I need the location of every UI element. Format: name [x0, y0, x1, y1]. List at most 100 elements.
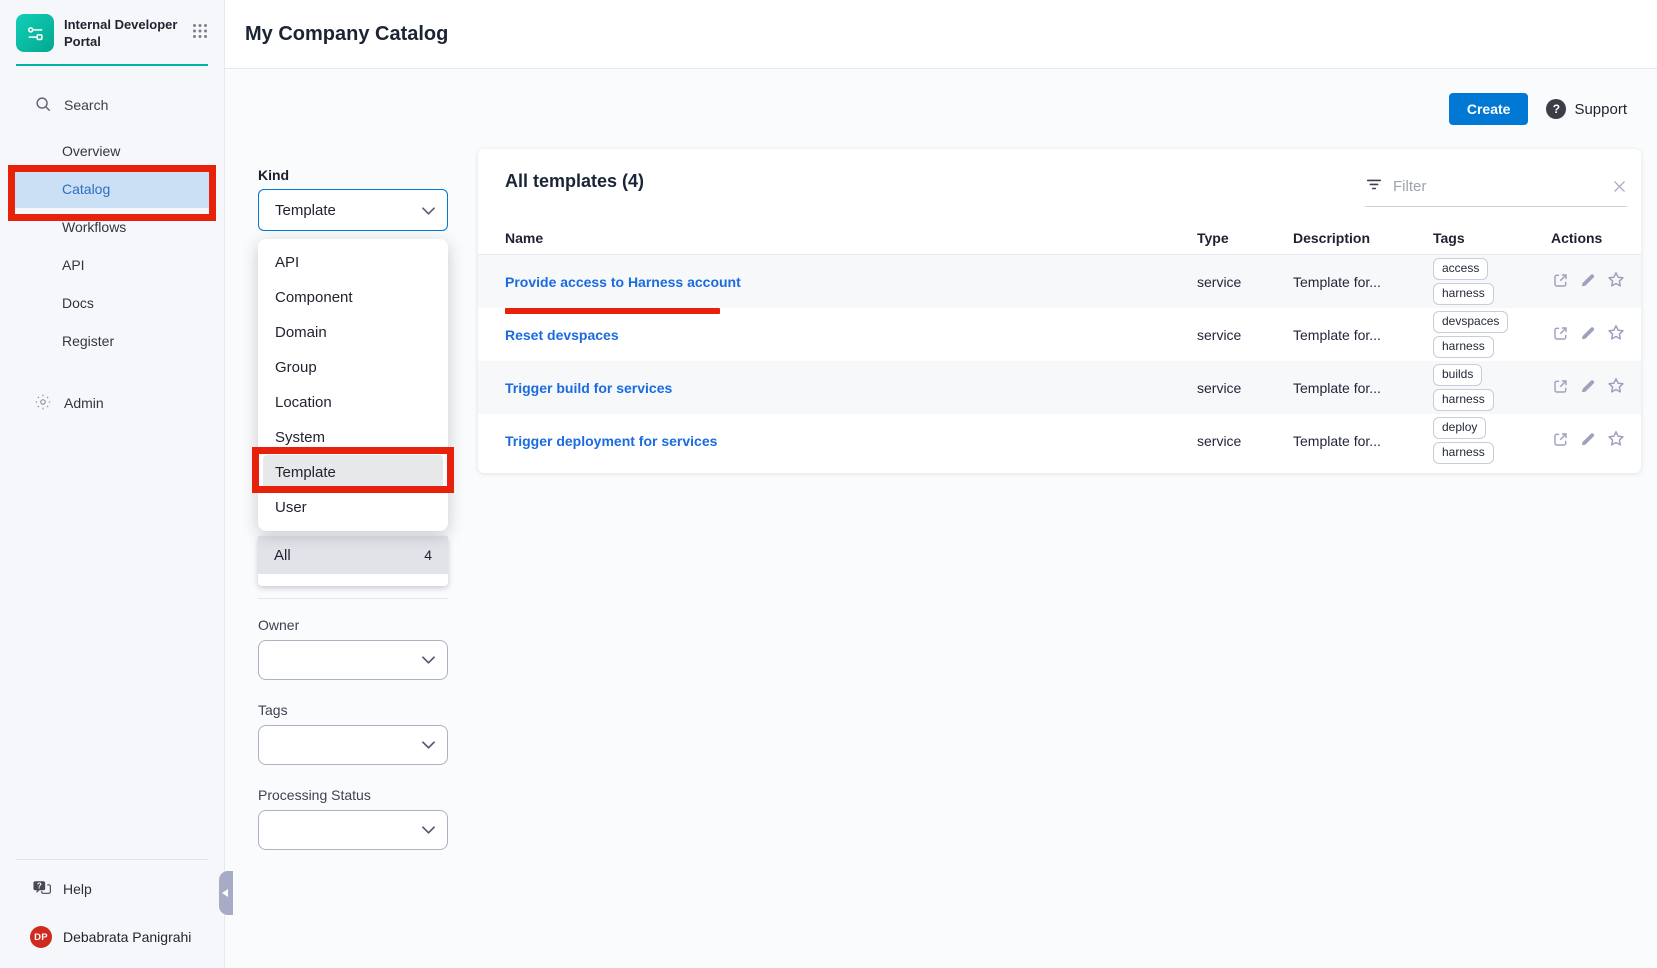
page-header: My Company Catalog: [225, 0, 1657, 69]
search-label: Search: [64, 97, 108, 113]
create-button[interactable]: Create: [1449, 93, 1529, 125]
kind-filter-label: Kind: [258, 167, 448, 183]
open-external-icon[interactable]: [1551, 377, 1570, 399]
kind-option-system[interactable]: System: [263, 420, 443, 455]
kind-option-location[interactable]: Location: [263, 385, 443, 420]
user-menu[interactable]: DP Debabrata Panigrahi: [0, 926, 224, 968]
sidebar-item-workflows[interactable]: Workflows: [13, 208, 211, 246]
brand: Internal Developer Portal: [0, 0, 224, 52]
open-external-icon[interactable]: [1551, 324, 1570, 346]
edit-pencil-icon[interactable]: [1579, 430, 1597, 451]
chevron-down-icon: [422, 736, 435, 754]
type-cell: service: [1197, 380, 1293, 396]
open-external-icon[interactable]: [1551, 271, 1570, 293]
open-external-icon[interactable]: [1551, 430, 1570, 452]
table-row: Provide access to Harness account service…: [478, 255, 1641, 308]
facet-count: 4: [424, 547, 432, 563]
type-cell: service: [1197, 274, 1293, 290]
tags-cell: accessharness: [1433, 258, 1551, 305]
page-title: My Company Catalog: [245, 23, 448, 46]
question-circle-icon: ?: [1546, 99, 1566, 119]
table-body: Provide access to Harness account service…: [478, 255, 1641, 467]
sidebar-item-docs[interactable]: Docs: [13, 284, 211, 322]
table-filter-input[interactable]: [1393, 178, 1602, 195]
owner-select[interactable]: [258, 640, 448, 680]
facet-all[interactable]: All 4: [258, 536, 448, 574]
tag-chip: deploy: [1433, 417, 1486, 439]
description-cell: Template for...: [1293, 327, 1433, 343]
template-link[interactable]: Reset devspaces: [505, 327, 619, 343]
kind-facet-card: All 4: [258, 536, 448, 586]
favorite-star-icon[interactable]: [1606, 429, 1626, 452]
sidebar-item-admin[interactable]: Admin: [0, 384, 224, 422]
tag-chip: builds: [1433, 364, 1482, 386]
edit-pencil-icon[interactable]: [1579, 377, 1597, 398]
edit-pencil-icon[interactable]: [1579, 324, 1597, 345]
apps-grid-icon[interactable]: [188, 19, 212, 48]
tags-filter-label: Tags: [258, 702, 448, 718]
sidebar-collapse-handle[interactable]: [219, 871, 233, 915]
tag-chip: access: [1433, 258, 1488, 280]
description-cell: Template for...: [1293, 274, 1433, 290]
column-header-name: Name: [505, 230, 1197, 246]
support-button[interactable]: ? Support: [1546, 99, 1627, 119]
favorite-star-icon[interactable]: [1606, 376, 1626, 399]
admin-label: Admin: [64, 395, 104, 411]
template-link[interactable]: Provide access to Harness account: [505, 274, 741, 290]
column-header-tags: Tags: [1433, 230, 1551, 246]
type-cell: service: [1197, 327, 1293, 343]
sidebar-item-api[interactable]: API: [13, 246, 211, 284]
description-cell: Template for...: [1293, 433, 1433, 449]
help-label: Help: [63, 881, 92, 897]
type-cell: service: [1197, 433, 1293, 449]
kind-option-component[interactable]: Component: [263, 280, 443, 315]
sidebar-item-catalog[interactable]: Catalog: [13, 170, 211, 208]
edit-pencil-icon[interactable]: [1579, 271, 1597, 292]
favorite-star-icon[interactable]: [1606, 270, 1626, 293]
clear-filter-icon[interactable]: [1612, 179, 1627, 194]
tag-chip: harness: [1433, 389, 1494, 411]
table-title: All templates (4): [505, 171, 644, 192]
actions-cell: [1551, 270, 1627, 293]
tag-chip: devspaces: [1433, 311, 1508, 333]
kind-dropdown-menu: APIComponentDomainGroupLocationSystemTem…: [258, 239, 448, 531]
sidebar-item-register[interactable]: Register: [13, 322, 211, 360]
favorite-star-icon[interactable]: [1606, 323, 1626, 346]
brand-title: Internal Developer Portal: [64, 14, 177, 51]
kind-option-group[interactable]: Group: [263, 350, 443, 385]
catalog-table-card: All templates (4) NameTypeDescriptionTag…: [478, 149, 1641, 473]
filter-icon: [1365, 175, 1383, 198]
name-cell: Reset devspaces: [505, 327, 1197, 343]
kind-option-template[interactable]: Template: [263, 455, 443, 490]
svg-text:?: ?: [37, 881, 42, 890]
tag-chip: harness: [1433, 336, 1494, 358]
template-link[interactable]: Trigger build for services: [505, 380, 672, 396]
actions-cell: [1551, 429, 1627, 452]
kind-option-domain[interactable]: Domain: [263, 315, 443, 350]
tags-select[interactable]: [258, 725, 448, 765]
kind-select-value: Template: [275, 202, 336, 219]
filter-panel: Kind Template APIComponentDomainGroupLoc…: [258, 149, 448, 850]
name-cell: Trigger deployment for services: [505, 433, 1197, 449]
content: Kind Template APIComponentDomainGroupLoc…: [225, 149, 1657, 850]
kind-select[interactable]: Template: [258, 189, 448, 231]
sidebar: Internal Developer Portal Search O: [0, 0, 225, 968]
brand-divider: [16, 64, 208, 66]
avatar: DP: [30, 926, 52, 948]
sidebar-search[interactable]: Search: [0, 92, 224, 118]
help-button[interactable]: ? Help: [0, 876, 224, 902]
app-root: Internal Developer Portal Search O: [0, 0, 1657, 968]
column-header-description: Description: [1293, 230, 1433, 246]
sidebar-item-overview[interactable]: Overview: [13, 132, 211, 170]
gear-icon: [34, 393, 52, 414]
sidebar-footer: ? Help DP Debabrata Panigrahi: [0, 859, 224, 968]
name-cell: Trigger build for services: [505, 380, 1197, 396]
kind-option-api[interactable]: API: [263, 245, 443, 280]
template-link[interactable]: Trigger deployment for services: [505, 433, 717, 449]
chevron-down-icon: [422, 202, 435, 219]
column-header-type: Type: [1197, 230, 1293, 246]
kind-option-user[interactable]: User: [263, 490, 443, 525]
help-chat-icon: ?: [32, 879, 52, 900]
processing-status-select[interactable]: [258, 810, 448, 850]
actions-cell: [1551, 323, 1627, 346]
